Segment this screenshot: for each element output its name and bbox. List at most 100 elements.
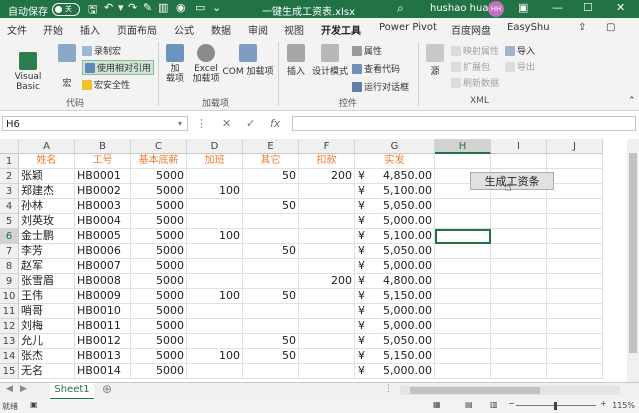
empty-cell[interactable]	[491, 364, 547, 379]
horizontal-scrollbar[interactable]	[400, 386, 620, 395]
insert-control-button[interactable]: 插入	[284, 44, 308, 77]
table-cell[interactable]: 允儿	[19, 334, 75, 349]
zoom-out-icon[interactable]: −	[508, 399, 515, 408]
table-cell[interactable]: 5000	[131, 259, 187, 274]
table-cell[interactable]: 刘英玫	[19, 214, 75, 229]
empty-cell[interactable]	[547, 244, 603, 259]
table-cell[interactable]: 5000	[131, 364, 187, 379]
tab-power-pivot[interactable]: Power Pivot	[379, 22, 437, 33]
column-header[interactable]: D	[187, 139, 243, 154]
table-cell[interactable]	[299, 229, 355, 244]
refresh-data-button[interactable]: 刷新数据	[451, 76, 499, 89]
row-header[interactable]: 10	[0, 289, 19, 304]
column-header[interactable]: E	[243, 139, 299, 154]
enter-icon[interactable]: ✓	[246, 117, 255, 130]
table-cell[interactable]	[243, 214, 299, 229]
column-header[interactable]: F	[299, 139, 355, 154]
column-header[interactable]: A	[19, 139, 75, 154]
table-cell[interactable]: 50	[243, 334, 299, 349]
table-header-cell[interactable]: 工号	[75, 154, 131, 169]
vertical-scrollbar[interactable]	[627, 139, 639, 382]
view-code-button[interactable]: 查看代码	[352, 62, 400, 75]
table-cell[interactable]: 200	[299, 274, 355, 289]
row-header[interactable]: 12	[0, 319, 19, 334]
empty-cell[interactable]	[491, 214, 547, 229]
chart-icon[interactable]: ▥	[158, 1, 168, 14]
visual-basic-button[interactable]: Visual Basic	[2, 52, 54, 92]
table-cell[interactable]	[243, 259, 299, 274]
empty-cell[interactable]	[491, 259, 547, 274]
tab-page-layout[interactable]: 页面布局	[117, 22, 157, 37]
row-header[interactable]: 5	[0, 214, 19, 229]
design-mode-button[interactable]: 设计模式	[312, 44, 348, 77]
camera-icon[interactable]: ◉	[176, 1, 186, 14]
pay-cell[interactable]: ¥4,800.00	[355, 274, 435, 289]
tab-data[interactable]: 数据	[211, 22, 231, 37]
table-cell[interactable]: 赵军	[19, 259, 75, 274]
row-header[interactable]: 2	[0, 169, 19, 184]
table-cell[interactable]: 5000	[131, 304, 187, 319]
row-header[interactable]: 4	[0, 199, 19, 214]
table-cell[interactable]	[187, 364, 243, 379]
import-button[interactable]: 导入	[505, 44, 535, 57]
row-header[interactable]: 7	[0, 244, 19, 259]
tab-insert[interactable]: 插入	[80, 22, 100, 37]
undo-dropdown-icon[interactable]: ▾	[118, 1, 124, 14]
table-cell[interactable]: HB0003	[75, 199, 131, 214]
pay-cell[interactable]: ¥5,000.00	[355, 304, 435, 319]
table-cell[interactable]: 5000	[131, 229, 187, 244]
export-button[interactable]: 导出	[505, 60, 535, 73]
run-dialog-button[interactable]: 运行对话框	[352, 80, 409, 93]
select-all-corner[interactable]	[0, 139, 19, 154]
empty-cell[interactable]	[547, 319, 603, 334]
pay-cell[interactable]: ¥5,050.00	[355, 334, 435, 349]
name-box[interactable]: H6	[2, 116, 188, 131]
empty-cell[interactable]	[491, 319, 547, 334]
ribbon-display-icon[interactable]: ▣	[518, 1, 528, 14]
table-cell[interactable]: 100	[187, 349, 243, 364]
empty-cell[interactable]	[491, 244, 547, 259]
empty-cell[interactable]	[491, 154, 547, 169]
table-cell[interactable]: HB0005	[75, 229, 131, 244]
empty-cell[interactable]	[435, 289, 491, 304]
table-cell[interactable]	[187, 214, 243, 229]
autosave-toggle[interactable]: 关	[52, 3, 80, 16]
table-cell[interactable]: 50	[243, 169, 299, 184]
row-header[interactable]: 9	[0, 274, 19, 289]
pay-cell[interactable]: ¥4,850.00	[355, 169, 435, 184]
redo-icon[interactable]: ↷	[128, 1, 137, 14]
table-cell[interactable]: 5000	[131, 274, 187, 289]
table-header-cell[interactable]: 其它	[243, 154, 299, 169]
table-cell[interactable]	[243, 364, 299, 379]
tab-review[interactable]: 审阅	[248, 22, 268, 37]
empty-cell[interactable]	[435, 259, 491, 274]
table-cell[interactable]: 5000	[131, 334, 187, 349]
cancel-icon[interactable]: ✕	[222, 117, 231, 130]
table-cell[interactable]	[187, 319, 243, 334]
table-cell[interactable]	[187, 244, 243, 259]
row-header[interactable]: 3	[0, 184, 19, 199]
empty-cell[interactable]	[547, 364, 603, 379]
empty-cell[interactable]	[435, 154, 491, 169]
column-header[interactable]: H	[435, 139, 491, 154]
properties-button[interactable]: 属性	[352, 44, 382, 57]
table-cell[interactable]	[187, 199, 243, 214]
table-cell[interactable]	[299, 244, 355, 259]
table-cell[interactable]: 金士鹏	[19, 229, 75, 244]
tab-developer[interactable]: 开发工具	[321, 22, 361, 40]
formula-input[interactable]	[292, 116, 636, 131]
table-cell[interactable]	[299, 349, 355, 364]
table-cell[interactable]: 50	[243, 289, 299, 304]
table-cell[interactable]: 郑建杰	[19, 184, 75, 199]
empty-cell[interactable]	[491, 199, 547, 214]
empty-cell[interactable]	[435, 319, 491, 334]
table-cell[interactable]: 无名	[19, 364, 75, 379]
empty-cell[interactable]	[547, 169, 603, 184]
table-cell[interactable]	[299, 319, 355, 334]
empty-cell[interactable]	[547, 259, 603, 274]
next-sheet-icon[interactable]: ▶	[20, 384, 27, 394]
pay-cell[interactable]: ¥5,100.00	[355, 184, 435, 199]
row-header[interactable]: 11	[0, 304, 19, 319]
table-cell[interactable]	[187, 169, 243, 184]
table-cell[interactable]	[243, 274, 299, 289]
